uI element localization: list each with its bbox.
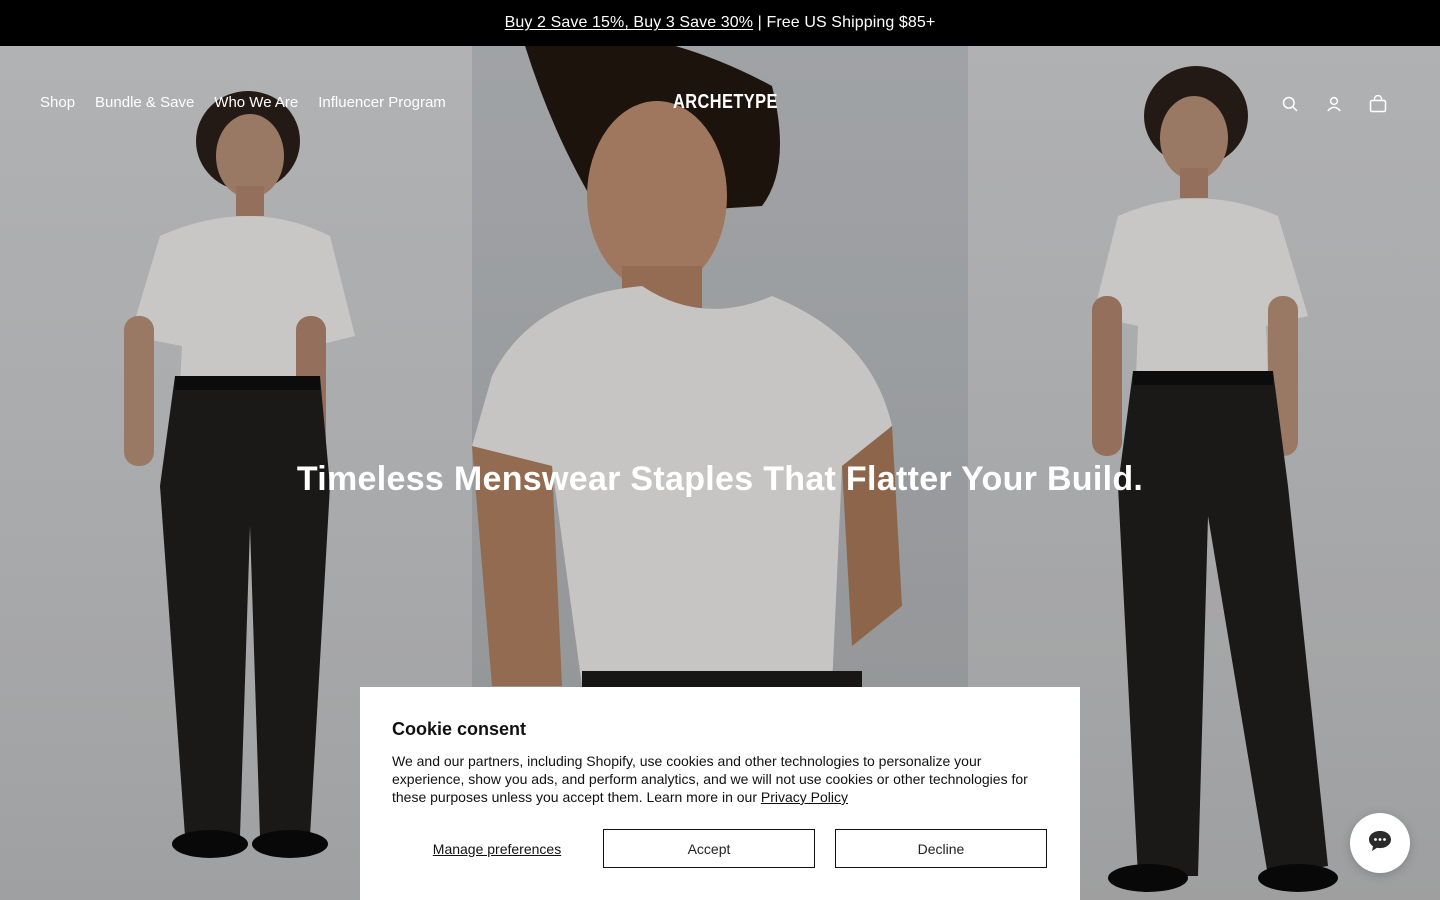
announcement-bar: Buy 2 Save 15%, Buy 3 Save 30% | Free US… [0, 0, 1440, 46]
hero-headline: Timeless Menswear Staples That Flatter Y… [296, 460, 1144, 498]
cookie-body: We and our partners, including Shopify, … [392, 752, 1048, 806]
shipping-text: Free US Shipping $85+ [766, 14, 936, 31]
accept-button[interactable]: Accept [603, 829, 815, 868]
decline-button[interactable]: Decline [835, 829, 1047, 868]
privacy-policy-link[interactable]: Privacy Policy [761, 789, 848, 805]
header-icons [1280, 94, 1388, 114]
manage-preferences-button[interactable]: Manage preferences [392, 829, 602, 868]
account-icon[interactable] [1324, 94, 1344, 114]
cookie-title: Cookie consent [392, 719, 527, 739]
chat-bubble-icon [1367, 829, 1393, 858]
logo[interactable]: ARCHETYPE [673, 91, 778, 114]
promo-link[interactable]: Buy 2 Save 15%, Buy 3 Save 30% [505, 14, 753, 32]
cookie-actions: Manage preferences Accept Decline [392, 829, 1048, 868]
nav-item-who-we-are[interactable]: Who We Are [214, 94, 298, 111]
cart-icon[interactable] [1368, 94, 1388, 114]
search-icon[interactable] [1280, 94, 1300, 114]
main-nav: Shop Bundle & Save Who We Are Influencer… [40, 94, 446, 111]
cookie-consent-dialog: Cookie consent We and our partners, incl… [360, 687, 1080, 900]
announcement-separator: | [753, 14, 767, 31]
nav-item-shop[interactable]: Shop [40, 94, 75, 111]
nav-item-influencer-program[interactable]: Influencer Program [318, 94, 446, 111]
cookie-body-text: We and our partners, including Shopify, … [392, 753, 1028, 805]
nav-item-bundle-save[interactable]: Bundle & Save [95, 94, 194, 111]
chat-launcher-button[interactable] [1350, 813, 1410, 873]
site-header: Shop Bundle & Save Who We Are Influencer… [0, 46, 1440, 162]
